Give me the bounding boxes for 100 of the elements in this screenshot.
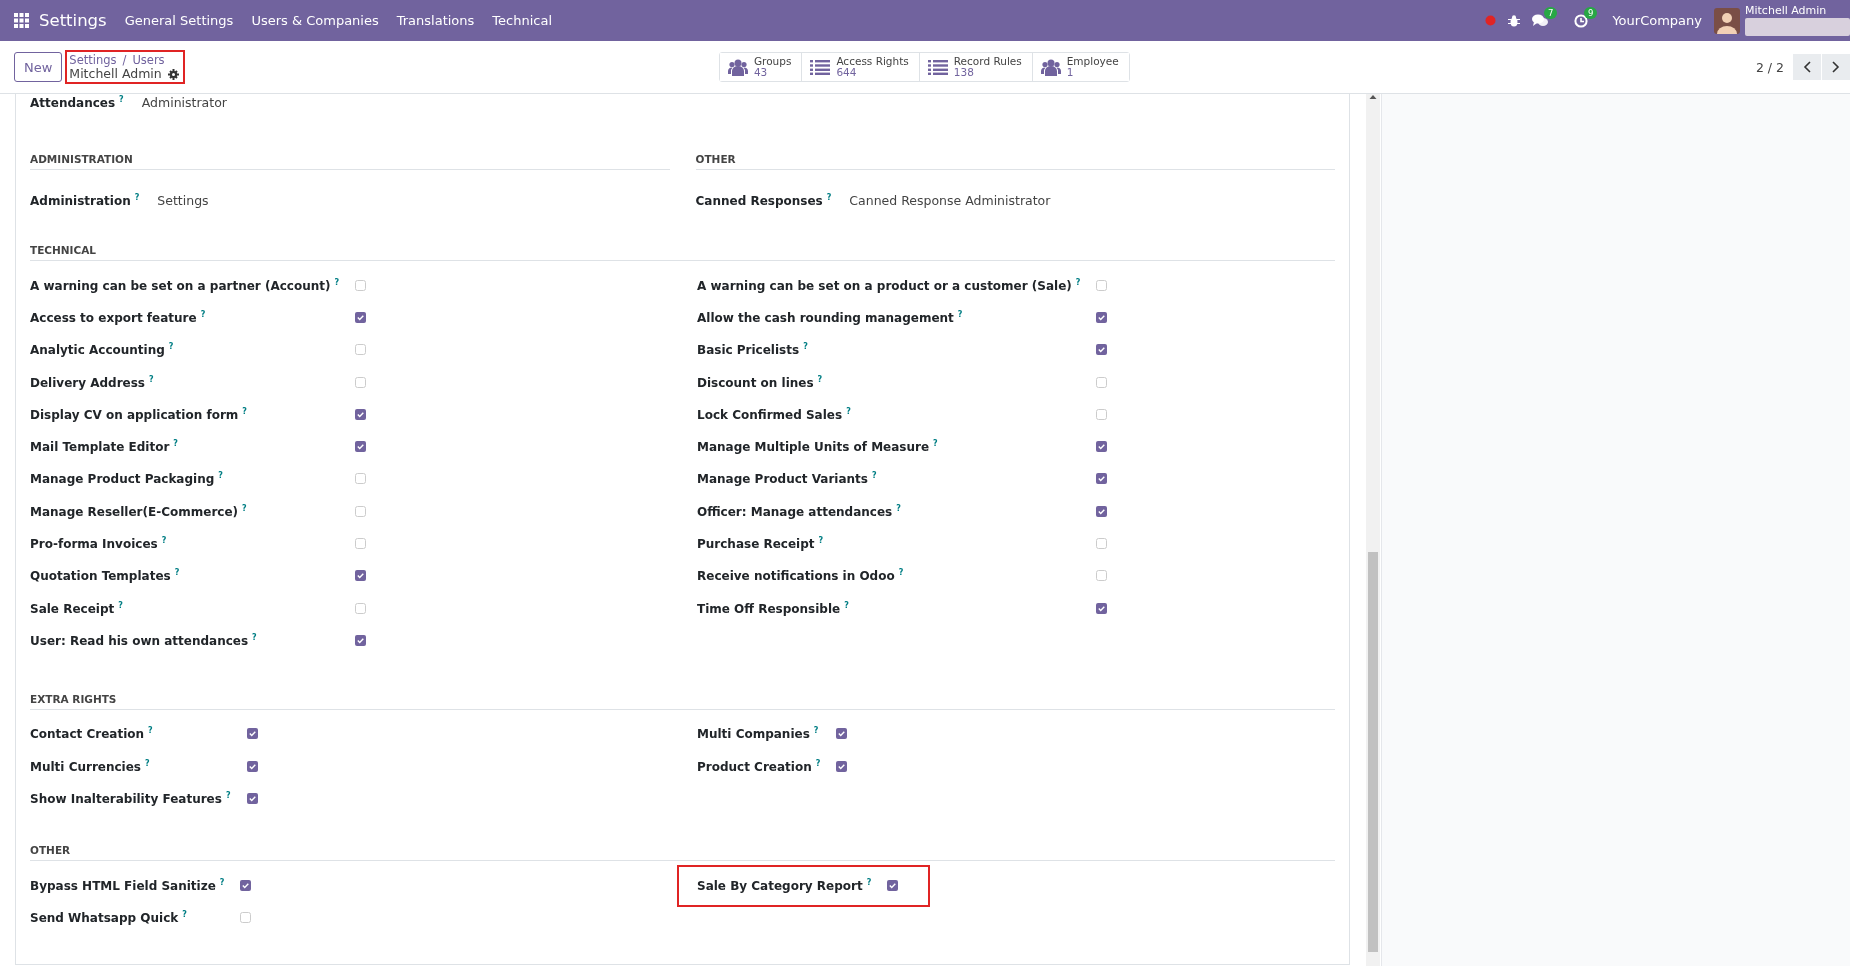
- field-label: Manage Multiple Units of Measure $^{?}$: [697, 439, 938, 455]
- new-button[interactable]: New: [14, 52, 63, 82]
- checkbox[interactable]: [355, 570, 367, 582]
- help-tooltip[interactable]: ?: [813, 726, 819, 736]
- next-button[interactable]: [1822, 54, 1850, 80]
- help-tooltip[interactable]: ?: [119, 95, 124, 104]
- help-tooltip[interactable]: ?: [1075, 277, 1081, 287]
- breadcrumb-link[interactable]: Users: [132, 53, 165, 67]
- help-tooltip[interactable]: ?: [134, 192, 140, 202]
- checkbox[interactable]: [836, 728, 848, 740]
- apps-menu-icon: [14, 13, 29, 28]
- checkbox[interactable]: [1096, 570, 1108, 582]
- field-value[interactable]: Settings: [157, 192, 209, 208]
- help-tooltip[interactable]: ?: [817, 374, 823, 384]
- checkbox[interactable]: [355, 441, 367, 453]
- field-label: Canned Responses $^{?}$: [695, 192, 832, 208]
- checkbox[interactable]: [1096, 473, 1108, 485]
- checkbox[interactable]: [1096, 505, 1108, 517]
- checkbox[interactable]: [1096, 538, 1108, 549]
- help-tooltip[interactable]: ?: [168, 342, 174, 352]
- smart-button[interactable]: Employee 1: [1031, 53, 1129, 81]
- user-name[interactable]: Mitchell Admin: [1745, 5, 1850, 16]
- field-label: Display CV on application form $^{?}$: [30, 406, 247, 422]
- nav-menu-item[interactable]: Technical: [492, 13, 553, 28]
- checkbox[interactable]: [240, 912, 252, 924]
- checkbox[interactable]: [1096, 311, 1108, 323]
- checkbox[interactable]: [355, 473, 367, 485]
- help-tooltip[interactable]: ?: [872, 471, 877, 481]
- notification-badge: 9: [1583, 6, 1598, 19]
- checkbox[interactable]: [355, 279, 367, 291]
- app-title[interactable]: Settings: [39, 11, 107, 30]
- nav-menu-item[interactable]: General Settings: [124, 13, 234, 28]
- help-tooltip[interactable]: ?: [252, 632, 257, 642]
- checkbox[interactable]: [355, 634, 367, 646]
- help-tooltip[interactable]: ?: [844, 600, 849, 610]
- field-label: Multi Currencies $^{?}$: [30, 758, 150, 774]
- help-tooltip[interactable]: ?: [200, 309, 206, 319]
- nav-menu-item[interactable]: Translations: [396, 13, 475, 28]
- help-tooltip[interactable]: ?: [161, 536, 167, 545]
- checkbox[interactable]: [246, 728, 258, 740]
- help-tooltip[interactable]: ?: [182, 910, 187, 920]
- checkbox[interactable]: [355, 344, 367, 356]
- checkbox[interactable]: [355, 602, 367, 614]
- checkbox[interactable]: [1096, 376, 1108, 388]
- checkbox[interactable]: [1096, 344, 1108, 356]
- checkbox[interactable]: [1096, 408, 1108, 420]
- checkbox[interactable]: [246, 760, 258, 772]
- checkbox[interactable]: [246, 792, 258, 804]
- help-tooltip[interactable]: ?: [815, 758, 821, 768]
- help-tooltip[interactable]: ?: [242, 503, 247, 513]
- help-tooltip[interactable]: ?: [846, 406, 851, 416]
- nav-menu-item[interactable]: Users & Companies: [251, 13, 379, 28]
- bug-icon: [1508, 14, 1521, 27]
- help-tooltip[interactable]: ?: [149, 374, 154, 384]
- checkbox[interactable]: [240, 880, 252, 892]
- checkbox[interactable]: [836, 760, 848, 772]
- avatar-icon: [1714, 7, 1740, 34]
- help-tooltip[interactable]: ?: [898, 568, 904, 578]
- help-tooltip[interactable]: ?: [218, 471, 223, 481]
- help-tooltip[interactable]: ?: [173, 439, 178, 449]
- checkbox[interactable]: [1096, 602, 1108, 614]
- checkbox[interactable]: [1096, 441, 1108, 453]
- company-switcher[interactable]: YourCompany: [1612, 13, 1702, 28]
- field-label: Mail Template Editor $^{?}$: [30, 439, 178, 455]
- checkbox[interactable]: [355, 538, 367, 549]
- help-tooltip[interactable]: ?: [957, 309, 963, 319]
- notification-badge: 7: [1543, 6, 1558, 19]
- help-tooltip[interactable]: ?: [225, 790, 231, 800]
- help-tooltip[interactable]: ?: [818, 536, 824, 545]
- field-label: Basic Pricelists $^{?}$: [697, 342, 808, 358]
- help-tooltip[interactable]: ?: [933, 439, 938, 449]
- section-header: EXTRA RIGHTS: [30, 692, 1335, 710]
- field-label: Access to export feature $^{?}$: [30, 309, 206, 325]
- field-value[interactable]: Canned Response Administrator: [849, 192, 1051, 208]
- help-tooltip[interactable]: ?: [145, 758, 150, 768]
- chat-icon: [1532, 13, 1549, 28]
- help-tooltip[interactable]: ?: [174, 568, 180, 578]
- chevron-right-icon: [1832, 61, 1840, 73]
- checkbox[interactable]: [887, 880, 899, 892]
- help-tooltip[interactable]: ?: [118, 600, 123, 610]
- help-tooltip[interactable]: ?: [866, 878, 872, 888]
- checkbox[interactable]: [355, 311, 367, 323]
- checkbox[interactable]: [355, 376, 367, 388]
- pager-value: 2 / 2: [1755, 59, 1784, 75]
- checkbox[interactable]: [1096, 279, 1108, 291]
- scrollbar-thumb[interactable]: [1368, 552, 1378, 952]
- help-tooltip[interactable]: ?: [242, 406, 247, 416]
- breadcrumb-link[interactable]: Settings: [69, 53, 117, 67]
- field-value[interactable]: Administrator: [141, 95, 227, 110]
- previous-button[interactable]: [1793, 54, 1821, 80]
- checkbox[interactable]: [355, 408, 367, 420]
- field-label: Lock Confirmed Sales $^{?}$: [697, 406, 851, 422]
- help-tooltip[interactable]: ?: [219, 878, 225, 888]
- checkbox[interactable]: [355, 505, 367, 517]
- help-tooltip[interactable]: ?: [826, 192, 832, 202]
- help-tooltip[interactable]: ?: [803, 342, 808, 352]
- help-tooltip[interactable]: ?: [334, 277, 340, 287]
- scrollbar[interactable]: [1366, 94, 1380, 966]
- help-tooltip[interactable]: ?: [148, 726, 153, 736]
- help-tooltip[interactable]: ?: [896, 503, 901, 513]
